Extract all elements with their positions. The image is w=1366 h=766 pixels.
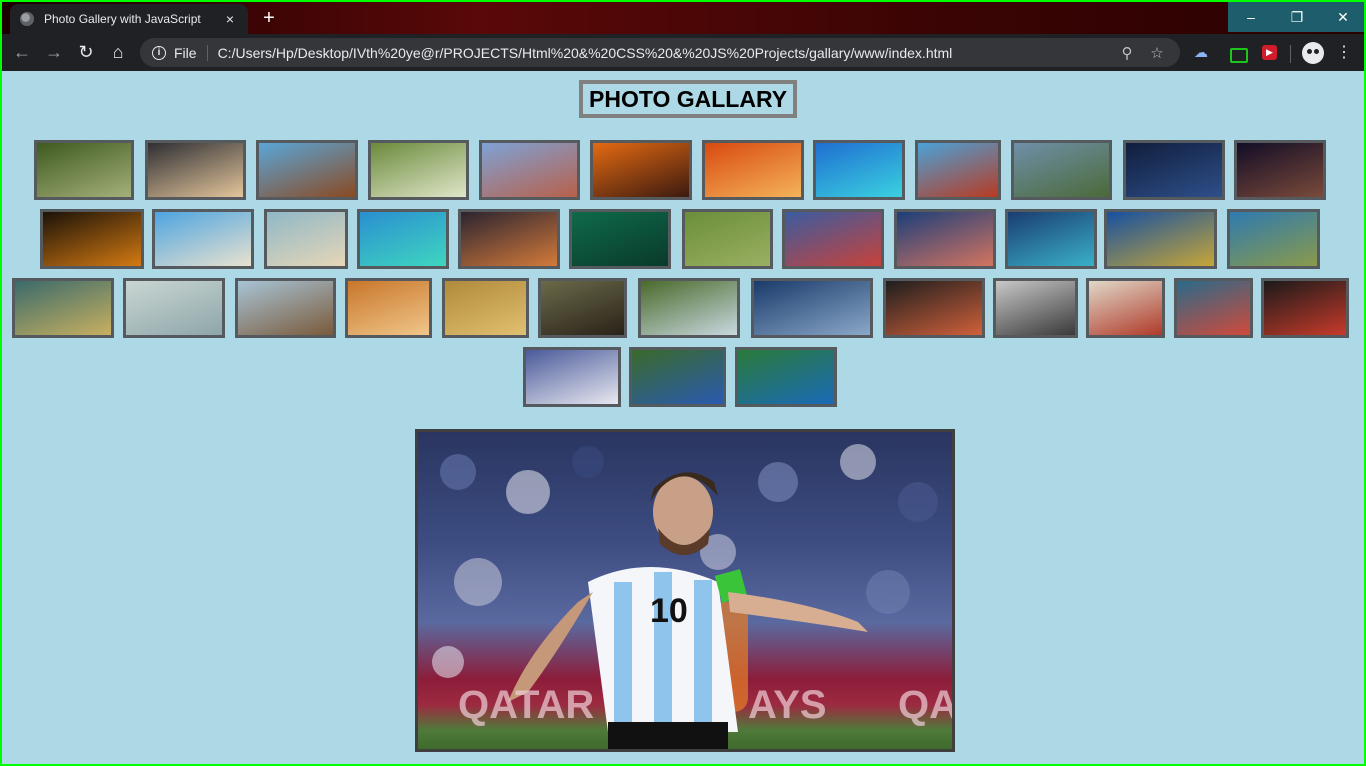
gallery-thumbnail[interactable] <box>1011 140 1112 200</box>
gallery-thumbnail[interactable] <box>1104 209 1217 269</box>
video-extension-icon[interactable] <box>1260 44 1280 62</box>
gallery-thumbnail[interactable] <box>629 347 726 407</box>
browser-window: Photo Gallery with JavaScript × + – ❐ ✕ … <box>2 2 1364 764</box>
globe-icon <box>20 12 34 26</box>
home-icon[interactable]: ⌂ <box>106 40 130 64</box>
gallery-thumbnail[interactable] <box>1086 278 1165 338</box>
url-scheme-label: File <box>174 44 208 61</box>
gallery-thumbnail[interactable] <box>1227 209 1320 269</box>
gallery-thumbnail[interactable] <box>1261 278 1349 338</box>
gallery-thumbnail[interactable] <box>638 278 740 338</box>
main-image: 10 QATAR AYS QA <box>415 429 955 752</box>
gallery-thumbnail[interactable] <box>1174 278 1253 338</box>
gallery-thumbnail[interactable] <box>256 140 358 200</box>
gallery-thumbnail[interactable] <box>479 140 580 200</box>
new-tab-button[interactable]: + <box>258 7 280 29</box>
restore-button[interactable]: ❐ <box>1274 2 1320 32</box>
tab-title: Photo Gallery with JavaScript <box>44 12 201 26</box>
tv-extension-icon[interactable] <box>1228 44 1248 63</box>
gallery-thumbnail[interactable] <box>12 278 114 338</box>
minimize-button[interactable]: – <box>1228 2 1274 32</box>
gallery-thumbnail[interactable] <box>357 209 449 269</box>
gallery-thumbnail[interactable] <box>993 278 1078 338</box>
svg-text:10: 10 <box>650 592 688 630</box>
info-icon[interactable]: i <box>152 45 166 60</box>
url-text[interactable]: C:/Users/Hp/Desktop/IVth%20ye@r/PROJECTS… <box>218 45 1108 61</box>
svg-text:AYS: AYS <box>748 683 827 727</box>
svg-text:QA: QA <box>898 683 952 727</box>
gallery-thumbnail[interactable] <box>782 209 884 269</box>
gallery-thumbnail[interactable] <box>883 278 985 338</box>
gallery-thumbnail[interactable] <box>590 140 692 200</box>
gallery-thumbnail[interactable] <box>682 209 773 269</box>
gallery-thumbnail[interactable] <box>458 209 560 269</box>
profile-avatar-icon[interactable] <box>1302 42 1324 64</box>
gallery-thumbnail[interactable] <box>442 278 529 338</box>
gallery-thumbnail[interactable] <box>894 209 996 269</box>
gallery-thumbnail[interactable] <box>751 278 873 338</box>
browser-tab[interactable]: Photo Gallery with JavaScript × <box>10 4 248 34</box>
gallery-thumbnail[interactable] <box>523 347 621 407</box>
bookmark-star-icon[interactable]: ☆ <box>1146 44 1168 62</box>
zoom-icon[interactable]: ⚲ <box>1116 44 1138 62</box>
gallery-thumbnail[interactable] <box>538 278 627 338</box>
gallery-thumbnail[interactable] <box>235 278 336 338</box>
gallery-thumbnail[interactable] <box>264 209 348 269</box>
svg-text:QATAR: QATAR <box>458 683 594 727</box>
gallery-thumbnail[interactable] <box>345 278 432 338</box>
main-photo-art: 10 QATAR AYS QA <box>432 444 952 749</box>
gallery-thumbnail[interactable] <box>702 140 804 200</box>
gallery-thumbnail[interactable] <box>34 140 134 200</box>
gallery-thumbnail[interactable] <box>1005 209 1097 269</box>
gallery-thumbnail[interactable] <box>1123 140 1225 200</box>
gallery-thumbnail[interactable] <box>145 140 246 200</box>
gallery-thumbnail[interactable] <box>152 209 254 269</box>
gallery-thumbnail[interactable] <box>40 209 144 269</box>
page-title: PHOTO GALLARY <box>579 80 798 118</box>
browser-menu-icon[interactable]: ⋮ <box>1336 42 1352 64</box>
back-icon[interactable]: ← <box>10 40 34 64</box>
gallery-thumbnail[interactable] <box>813 140 905 200</box>
toolbar-divider <box>1290 45 1291 63</box>
browser-toolbar: ← → ↻ ⌂ i File C:/Users/Hp/Desktop/IVth%… <box>2 34 1364 71</box>
gallery-thumbnail[interactable] <box>368 140 469 200</box>
gallery-thumbnail[interactable] <box>1234 140 1326 200</box>
close-window-button[interactable]: ✕ <box>1320 2 1364 32</box>
gallery-thumbnail[interactable] <box>735 347 837 407</box>
tab-close-icon[interactable]: × <box>222 11 238 27</box>
forward-icon[interactable]: → <box>42 40 66 64</box>
gallery-thumbnail[interactable] <box>569 209 671 269</box>
gallery-thumbnail[interactable] <box>915 140 1001 200</box>
cloud-extension-icon[interactable]: ☁ <box>1194 44 1214 62</box>
gallery-thumbnail[interactable] <box>123 278 225 338</box>
title-bar: Photo Gallery with JavaScript × + – ❐ ✕ <box>2 2 1364 34</box>
reload-icon[interactable]: ↻ <box>74 40 98 64</box>
address-bar[interactable]: i File C:/Users/Hp/Desktop/IVth%20ye@r/P… <box>140 38 1180 67</box>
